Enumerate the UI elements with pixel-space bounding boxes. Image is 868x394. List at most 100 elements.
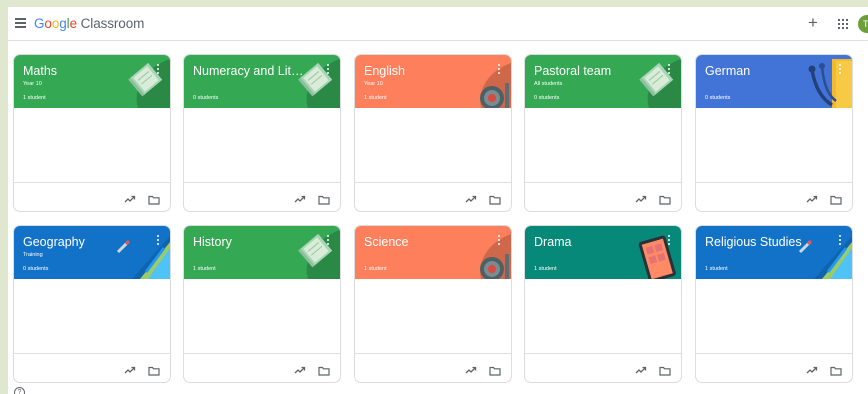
- trending-icon[interactable]: [806, 362, 818, 374]
- folder-icon[interactable]: [489, 363, 501, 376]
- card-header[interactable]: Geography Training 0 students: [14, 226, 170, 279]
- student-count: 0 students: [23, 266, 49, 272]
- student-count: 1 student: [364, 95, 387, 101]
- pencil-illustration: [792, 226, 852, 279]
- student-count: 1 student: [193, 266, 216, 272]
- folder-icon[interactable]: [659, 363, 671, 376]
- class-card-numeracy-and-literacy[interactable]: Numeracy and Literacy 0 students: [183, 54, 341, 212]
- trending-icon[interactable]: [635, 362, 647, 374]
- class-card-english[interactable]: English Year 10 1 student: [354, 54, 512, 212]
- folder-icon[interactable]: [830, 363, 842, 376]
- more-vert-icon[interactable]: [839, 235, 842, 247]
- class-section: Training: [23, 252, 43, 258]
- student-count: 0 students: [193, 95, 219, 101]
- card-header[interactable]: Drama 1 student: [525, 226, 681, 279]
- apps-grid-icon[interactable]: [838, 19, 848, 29]
- card-footer: [525, 182, 681, 211]
- class-title[interactable]: German: [705, 64, 821, 78]
- class-title[interactable]: Numeracy and Literacy: [193, 64, 309, 78]
- student-count: 0 students: [705, 95, 731, 101]
- class-card-german[interactable]: German 0 students: [695, 54, 853, 212]
- folder-icon[interactable]: [659, 192, 671, 205]
- student-count: 0 students: [534, 95, 560, 101]
- music-illustration: [792, 55, 852, 108]
- trending-icon[interactable]: [465, 362, 477, 374]
- help-icon[interactable]: ?: [14, 387, 25, 394]
- trending-icon[interactable]: [294, 362, 306, 374]
- more-vert-icon[interactable]: [668, 64, 671, 76]
- tablet-illustration: [621, 226, 681, 279]
- card-header[interactable]: German 0 students: [696, 55, 852, 108]
- menu-icon[interactable]: [15, 18, 26, 28]
- class-title[interactable]: Science: [364, 235, 480, 249]
- card-header[interactable]: Religious Studies 1 student: [696, 226, 852, 279]
- card-footer: [355, 182, 511, 211]
- trending-icon[interactable]: [806, 191, 818, 203]
- lab-illustration: [451, 226, 511, 279]
- class-card-science[interactable]: Science 1 student: [354, 225, 512, 383]
- more-vert-icon[interactable]: [327, 64, 330, 76]
- class-title[interactable]: Pastoral team: [534, 64, 650, 78]
- plus-icon[interactable]: +: [808, 13, 818, 33]
- card-footer: [184, 353, 340, 382]
- card-footer: [355, 353, 511, 382]
- folder-icon[interactable]: [830, 192, 842, 205]
- more-vert-icon[interactable]: [668, 235, 671, 247]
- more-vert-icon[interactable]: [157, 64, 160, 76]
- student-count: 1 student: [534, 266, 557, 272]
- class-section: Year 10: [364, 81, 383, 87]
- class-card-pastoral-team[interactable]: Pastoral team All students 0 students: [524, 54, 682, 212]
- book-illustration: [110, 55, 170, 108]
- folder-icon[interactable]: [318, 192, 330, 205]
- class-title[interactable]: English: [364, 64, 480, 78]
- class-card-maths[interactable]: Maths Year 10 1 student: [13, 54, 171, 212]
- classroom-app: Google Classroom + T Maths Year 10 1 stu…: [8, 7, 868, 394]
- class-card-religious-studies[interactable]: Religious Studies 1 student: [695, 225, 853, 383]
- trending-icon[interactable]: [124, 362, 136, 374]
- more-vert-icon[interactable]: [498, 64, 501, 76]
- card-header[interactable]: Science 1 student: [355, 226, 511, 279]
- avatar[interactable]: T: [858, 15, 868, 33]
- lab-illustration: [451, 55, 511, 108]
- app-logo[interactable]: Google Classroom: [34, 16, 144, 31]
- card-header[interactable]: Maths Year 10 1 student: [14, 55, 170, 108]
- card-footer: [184, 182, 340, 211]
- pencil-illustration: [110, 226, 170, 279]
- card-footer: [525, 353, 681, 382]
- trending-icon[interactable]: [465, 191, 477, 203]
- more-vert-icon[interactable]: [498, 235, 501, 247]
- trending-icon[interactable]: [294, 191, 306, 203]
- class-card-geography[interactable]: Geography Training 0 students: [13, 225, 171, 383]
- google-wordmark: Google: [34, 16, 77, 31]
- class-title[interactable]: Maths: [23, 64, 139, 78]
- student-count: 1 student: [364, 266, 387, 272]
- folder-icon[interactable]: [148, 363, 160, 376]
- class-title[interactable]: Drama: [534, 235, 650, 249]
- card-footer: [696, 182, 852, 211]
- more-vert-icon[interactable]: [157, 235, 160, 247]
- more-vert-icon[interactable]: [839, 64, 842, 76]
- folder-icon[interactable]: [148, 192, 160, 205]
- card-header[interactable]: Pastoral team All students 0 students: [525, 55, 681, 108]
- trending-icon[interactable]: [124, 191, 136, 203]
- more-vert-icon[interactable]: [327, 235, 330, 247]
- class-title[interactable]: Religious Studies: [705, 235, 821, 249]
- card-footer: [14, 353, 170, 382]
- book-illustration: [280, 226, 340, 279]
- folder-icon[interactable]: [489, 192, 501, 205]
- card-header[interactable]: English Year 10 1 student: [355, 55, 511, 108]
- class-card-history[interactable]: History 1 student: [183, 225, 341, 383]
- top-app-bar: Google Classroom + T: [8, 7, 868, 41]
- card-header[interactable]: History 1 student: [184, 226, 340, 279]
- class-section: All students: [534, 81, 563, 87]
- folder-icon[interactable]: [318, 363, 330, 376]
- class-title[interactable]: History: [193, 235, 309, 249]
- book-illustration: [621, 55, 681, 108]
- product-name: Classroom: [80, 16, 145, 31]
- card-header[interactable]: Numeracy and Literacy 0 students: [184, 55, 340, 108]
- book-illustration: [280, 55, 340, 108]
- student-count: 1 student: [705, 266, 728, 272]
- trending-icon[interactable]: [635, 191, 647, 203]
- class-title[interactable]: Geography: [23, 235, 139, 249]
- class-card-drama[interactable]: Drama 1 student: [524, 225, 682, 383]
